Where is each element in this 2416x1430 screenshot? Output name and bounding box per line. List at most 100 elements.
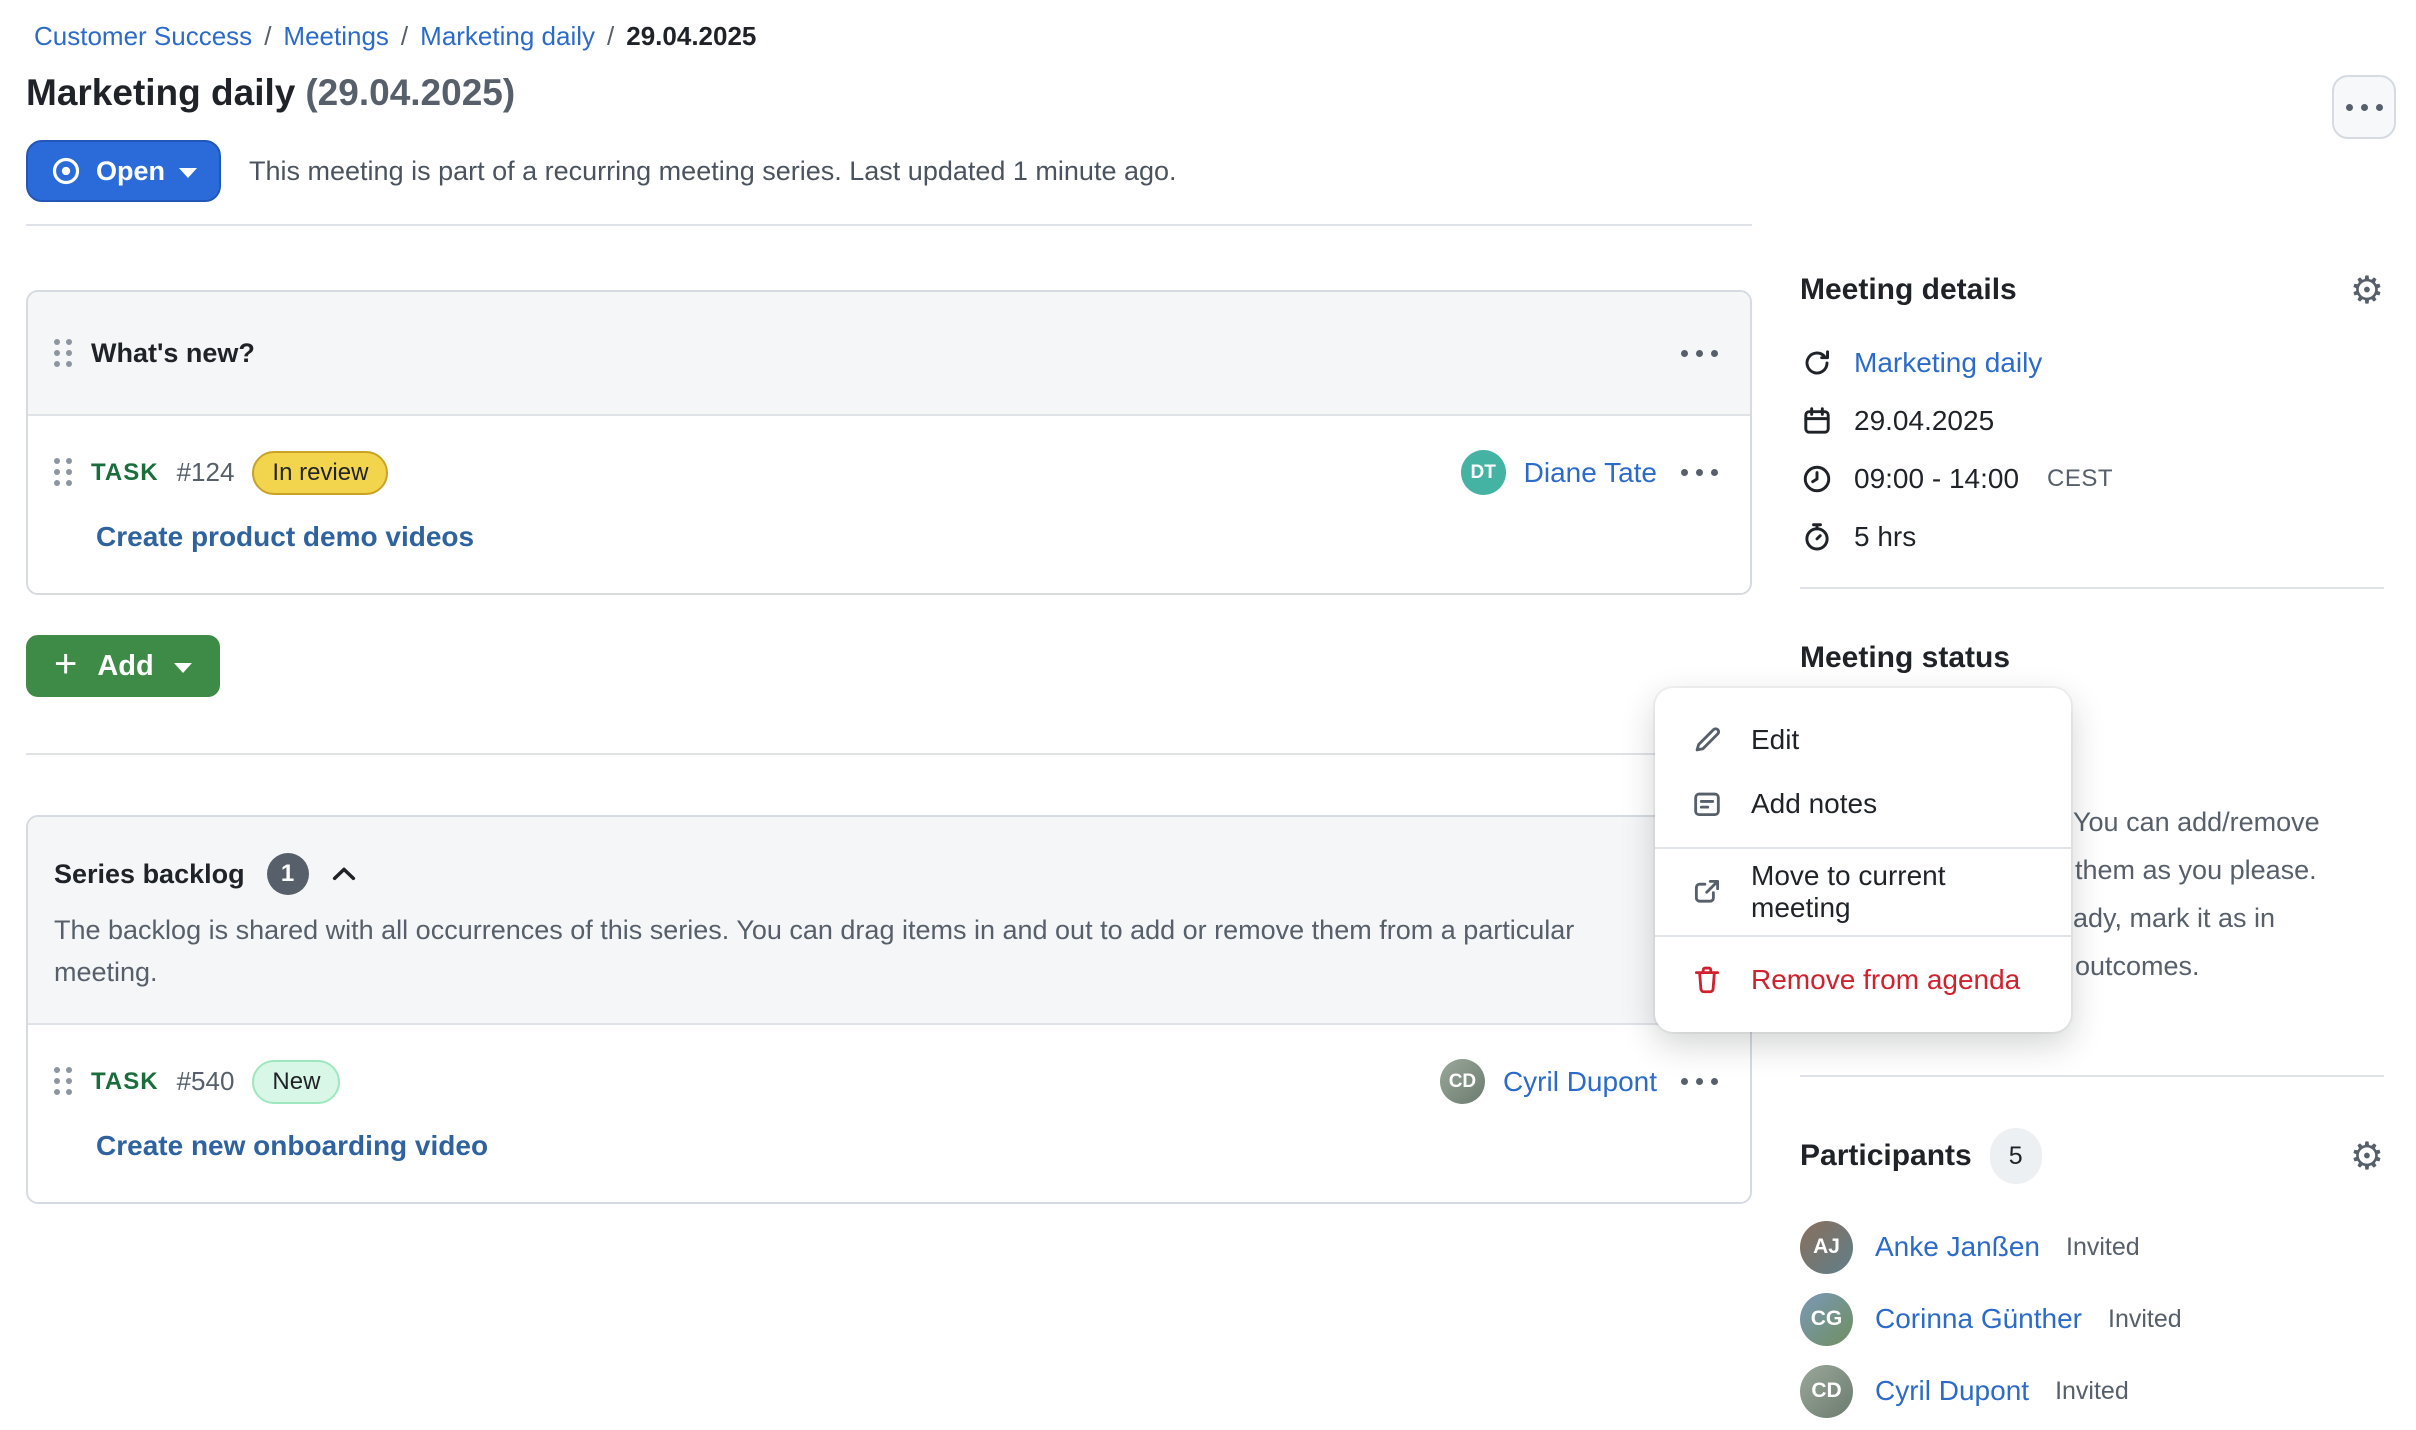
participant-row: CG Corinna Günther Invited: [1800, 1286, 2384, 1352]
participants-count-badge: 5: [1990, 1128, 2042, 1184]
add-button[interactable]: + Add: [26, 635, 220, 697]
menu-item-edit[interactable]: Edit: [1655, 708, 2071, 772]
meeting-status-text-line: t them as you please.: [2060, 846, 2320, 894]
avatar: AJ: [1800, 1221, 1853, 1274]
avatar: CD: [1800, 1365, 1853, 1418]
meeting-status-text-line: t outcomes.: [2060, 942, 2320, 990]
series-backlog-description: The backlog is shared with all occurrenc…: [54, 909, 1614, 993]
section-menu-button[interactable]: [1675, 344, 1724, 363]
menu-divider: [1655, 935, 2071, 937]
drag-handle-icon[interactable]: [54, 1067, 73, 1096]
recurring-icon: [1800, 347, 1834, 379]
drag-handle-icon[interactable]: [54, 339, 73, 368]
chevron-up-icon: [331, 865, 357, 883]
series-backlog-count-badge: 1: [267, 853, 309, 895]
series-backlog-title: Series backlog: [54, 857, 245, 891]
task-number: #124: [177, 457, 235, 488]
open-circle-icon: [50, 155, 82, 187]
meeting-time-value: 09:00 - 14:00: [1854, 463, 2019, 495]
main-column: Customer Success / Meetings / Marketing dail…: [26, 0, 1752, 1204]
meeting-date-row: 29.04.2025: [1800, 392, 2384, 450]
series-backlog-title-row: Series backlog 1: [54, 853, 1724, 895]
divider: [26, 753, 1752, 755]
menu-item-move-to-current-meeting[interactable]: Move to current meeting: [1655, 860, 2071, 924]
breadcrumb-separator: /: [401, 21, 408, 51]
menu-item-label: Edit: [1751, 724, 1799, 756]
participant-link[interactable]: Cyril Dupont: [1875, 1375, 2029, 1407]
drag-handle-icon[interactable]: [54, 458, 73, 487]
avatar: DT: [1461, 450, 1506, 495]
collapse-section-button[interactable]: [331, 865, 357, 883]
menu-divider: [1655, 847, 2071, 849]
task-card-header: TASK #540 New CD Cyril Dupont: [54, 1059, 1724, 1104]
participants-heading-row: Participants 5 ⚙: [1800, 1128, 2384, 1184]
breadcrumb-link-customer-success[interactable]: Customer Success: [34, 21, 252, 51]
divider: [1800, 587, 2384, 589]
gear-icon[interactable]: ⚙: [2350, 1137, 2384, 1175]
meeting-details-title: Meeting details: [1800, 270, 2017, 310]
series-backlog-header: Series backlog 1 The backlog is shared w…: [28, 817, 1750, 1025]
meeting-status-title: Meeting status: [1800, 638, 2010, 678]
agenda-section-title: What's new?: [91, 336, 255, 370]
status-row: Open This meeting is part of a recurring…: [26, 140, 1752, 202]
avatar: CG: [1800, 1293, 1853, 1346]
chevron-down-icon: [174, 663, 192, 673]
item-menu-button[interactable]: [1675, 1072, 1724, 1091]
open-status-button[interactable]: Open: [26, 140, 221, 202]
menu-item-label: Add notes: [1751, 788, 1877, 820]
participant-status: Invited: [2066, 1233, 2140, 1262]
avatar: CD: [1440, 1059, 1485, 1104]
participant-link[interactable]: Anke Janßen: [1875, 1231, 2040, 1263]
task-card[interactable]: TASK #124 In review DT Diane Tate Create…: [28, 416, 1750, 593]
participant-link[interactable]: Corinna Günther: [1875, 1303, 2082, 1335]
breadcrumb-separator: /: [607, 21, 614, 51]
menu-item-label: Move to current meeting: [1751, 860, 2037, 924]
meeting-time-row: 09:00 - 14:00 CEST: [1800, 450, 2384, 508]
page-title: Marketing daily(29.04.2025): [26, 70, 1752, 116]
task-assignee: DT Diane Tate: [1461, 450, 1724, 495]
calendar-icon: [1800, 405, 1834, 437]
breadcrumb-separator: /: [264, 21, 271, 51]
page-title-date: (29.04.2025): [305, 72, 515, 113]
meeting-date-value: 29.04.2025: [1854, 405, 1994, 437]
open-status-label: Open: [96, 156, 165, 187]
meeting-duration-value: 5 hrs: [1854, 521, 1916, 553]
breadcrumb-link-marketing-daily[interactable]: Marketing daily: [420, 21, 595, 51]
meeting-status-text-line: ady, mark it as in: [2073, 894, 2320, 942]
task-title-link[interactable]: Create product demo videos: [96, 521, 474, 553]
menu-item-add-notes[interactable]: Add notes: [1655, 772, 2071, 836]
agenda-section-header: What's new?: [28, 292, 1750, 416]
breadcrumb-link-meetings[interactable]: Meetings: [283, 21, 389, 51]
gear-icon[interactable]: ⚙: [2350, 271, 2384, 309]
meeting-details-rows: Marketing daily 29.04.2025 09:00 - 14:00…: [1800, 334, 2384, 566]
task-type-label: TASK: [91, 459, 159, 487]
assignee-link[interactable]: Cyril Dupont: [1503, 1066, 1657, 1098]
agenda-section-series-backlog: Series backlog 1 The backlog is shared w…: [26, 815, 1752, 1204]
status-badge: In review: [252, 451, 388, 495]
meeting-status-text-line: You can add/remove: [2073, 798, 2320, 846]
item-menu-button[interactable]: [1675, 463, 1724, 482]
plus-icon: +: [54, 644, 77, 684]
assignee-link[interactable]: Diane Tate: [1524, 457, 1657, 489]
participants-section: Participants 5 ⚙ AJ Anke Janßen Invited …: [1800, 1128, 2384, 1430]
pencil-icon: [1689, 723, 1725, 757]
participants-title: Participants: [1800, 1136, 1972, 1176]
breadcrumb: Customer Success / Meetings / Marketing dail…: [34, 20, 1752, 52]
recurring-meeting-note: This meeting is part of a recurring meet…: [249, 156, 1177, 187]
task-card-header: TASK #124 In review DT Diane Tate: [54, 450, 1724, 495]
task-assignee: CD Cyril Dupont: [1440, 1059, 1724, 1104]
task-card[interactable]: TASK #540 New CD Cyril Dupont Create new…: [28, 1025, 1750, 1202]
task-number: #540: [177, 1066, 235, 1097]
context-menu: Edit Add notes Move to current meeting R…: [1655, 688, 2071, 1032]
participants-list: AJ Anke Janßen Invited CG Corinna Günthe…: [1800, 1214, 2384, 1424]
meeting-series-link[interactable]: Marketing daily: [1854, 347, 2042, 379]
task-title-link[interactable]: Create new onboarding video: [96, 1130, 488, 1162]
breadcrumb-current-date: 29.04.2025: [626, 21, 756, 51]
status-badge: New: [252, 1060, 340, 1104]
participant-status: Invited: [2108, 1305, 2182, 1334]
divider: [26, 224, 1752, 226]
page-menu-button[interactable]: [2332, 75, 2396, 139]
meeting-details-section: Meeting details ⚙ Marketing daily 29.04.…: [1800, 270, 2384, 566]
menu-item-remove-from-agenda[interactable]: Remove from agenda: [1655, 948, 2071, 1012]
meeting-duration-row: 5 hrs: [1800, 508, 2384, 566]
